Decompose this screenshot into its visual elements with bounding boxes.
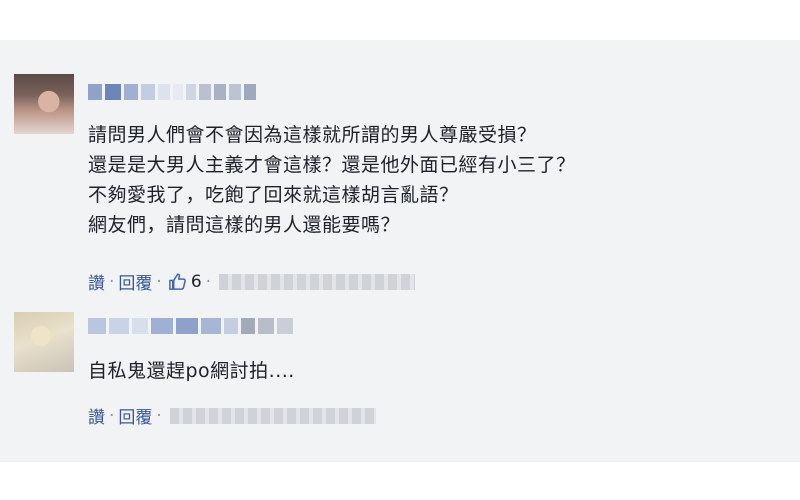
comment-actions: 讚 · 回覆 · 6 · bbox=[88, 269, 416, 294]
timestamp-blurred[interactable] bbox=[219, 273, 416, 290]
comment-line: 請問男人們會不會因為這樣就所謂的男人尊嚴受損？ bbox=[88, 124, 537, 146]
separator-dot: · bbox=[109, 405, 115, 426]
comment-actions: 讚 · 回覆 · bbox=[88, 403, 376, 428]
comment-line: 還是是大男人主義才會這樣？還是他外面已經有小三了？ bbox=[88, 154, 576, 176]
timestamp-blurred[interactable] bbox=[169, 407, 376, 424]
like-link[interactable]: 讚 bbox=[88, 269, 105, 294]
thumbs-up-icon[interactable] bbox=[168, 272, 187, 291]
comment-text: 自私鬼還趕po網討拍.... bbox=[88, 356, 295, 386]
separator-dot: · bbox=[156, 405, 162, 426]
like-link[interactable]: 讚 bbox=[88, 403, 105, 428]
separator-dot: · bbox=[205, 271, 212, 292]
reply-link[interactable]: 回覆 bbox=[118, 269, 152, 294]
like-count[interactable]: 6 bbox=[191, 272, 202, 292]
author-name-blurred[interactable] bbox=[88, 318, 296, 336]
separator-dot: · bbox=[156, 271, 162, 292]
comment-thread-panel: 請問男人們會不會因為這樣就所謂的男人尊嚴受損？ 還是是大男人主義才會這樣？還是他… bbox=[0, 40, 800, 462]
author-name-blurred[interactable] bbox=[88, 84, 259, 102]
reply-link[interactable]: 回覆 bbox=[118, 403, 152, 428]
comment-line: 網友們，請問這樣的男人還能要嗎？ bbox=[88, 214, 401, 236]
avatar[interactable] bbox=[14, 312, 74, 372]
separator-dot: · bbox=[109, 271, 115, 292]
comment-line: 自私鬼還趕po網討拍.... bbox=[88, 360, 295, 382]
comment-text: 請問男人們會不會因為這樣就所謂的男人尊嚴受損？ 還是是大男人主義才會這樣？還是他… bbox=[88, 120, 576, 240]
comment-line: 不夠愛我了，吃飽了回來就這樣胡言亂語？ bbox=[88, 184, 459, 206]
avatar[interactable] bbox=[14, 74, 74, 134]
